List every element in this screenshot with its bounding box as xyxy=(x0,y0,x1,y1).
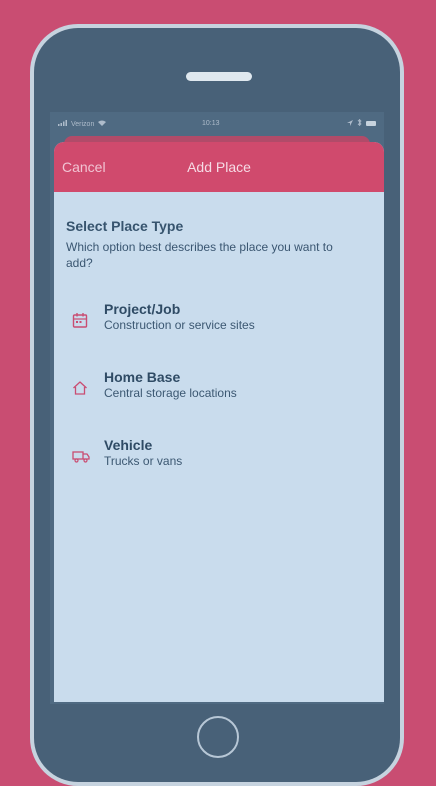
option-name: Project/Job xyxy=(104,301,181,317)
truck-icon xyxy=(72,448,90,464)
status-right xyxy=(347,118,376,128)
section-description: Which option best describes the place yo… xyxy=(66,240,333,270)
section-title: Select Place Type xyxy=(66,218,184,234)
option-vehicle[interactable]: Vehicle Trucks or vans xyxy=(66,436,366,480)
home-icon xyxy=(72,380,88,396)
option-subtitle: Trucks or vans xyxy=(104,454,183,468)
option-subtitle: Construction or service sites xyxy=(104,318,255,332)
option-home-base[interactable]: Home Base Central storage locations xyxy=(66,368,366,412)
location-icon xyxy=(347,119,353,128)
phone-frame: Verizon 10:13 Cancel Add Place Select Pl… xyxy=(30,24,404,786)
select-place-section: Select Place Type Which option best desc… xyxy=(66,218,372,271)
page-background: Verizon 10:13 Cancel Add Place Select Pl… xyxy=(0,0,436,786)
status-bar: Verizon 10:13 xyxy=(50,112,384,136)
wifi-icon xyxy=(98,120,107,128)
option-text: Project/Job Construction or service site… xyxy=(104,300,255,332)
status-time: 10:13 xyxy=(202,120,220,127)
phone-body: Verizon 10:13 Cancel Add Place Select Pl… xyxy=(34,28,400,782)
option-name: Home Base xyxy=(104,369,181,385)
home-button[interactable] xyxy=(197,716,239,758)
option-text: Home Base Central storage locations xyxy=(104,368,237,400)
option-name: Vehicle xyxy=(104,437,153,453)
option-text: Vehicle Trucks or vans xyxy=(104,436,182,468)
battery-icon xyxy=(366,121,376,126)
add-place-modal: Cancel Add Place Select Place Type Which… xyxy=(54,142,384,702)
phone-speaker xyxy=(186,72,252,81)
option-subtitle: Central storage locations xyxy=(104,386,237,400)
phone-screen: Verizon 10:13 Cancel Add Place Select Pl… xyxy=(50,112,384,704)
nav-title: Add Place xyxy=(187,159,251,175)
option-project-job[interactable]: Project/Job Construction or service site… xyxy=(66,300,366,344)
carrier-label: Verizon xyxy=(71,120,95,128)
signal-icon xyxy=(58,120,67,128)
nav-bar: Cancel Add Place xyxy=(54,142,384,192)
status-left: Verizon xyxy=(58,120,107,128)
calendar-icon xyxy=(72,312,88,328)
bluetooth-icon xyxy=(357,118,362,128)
